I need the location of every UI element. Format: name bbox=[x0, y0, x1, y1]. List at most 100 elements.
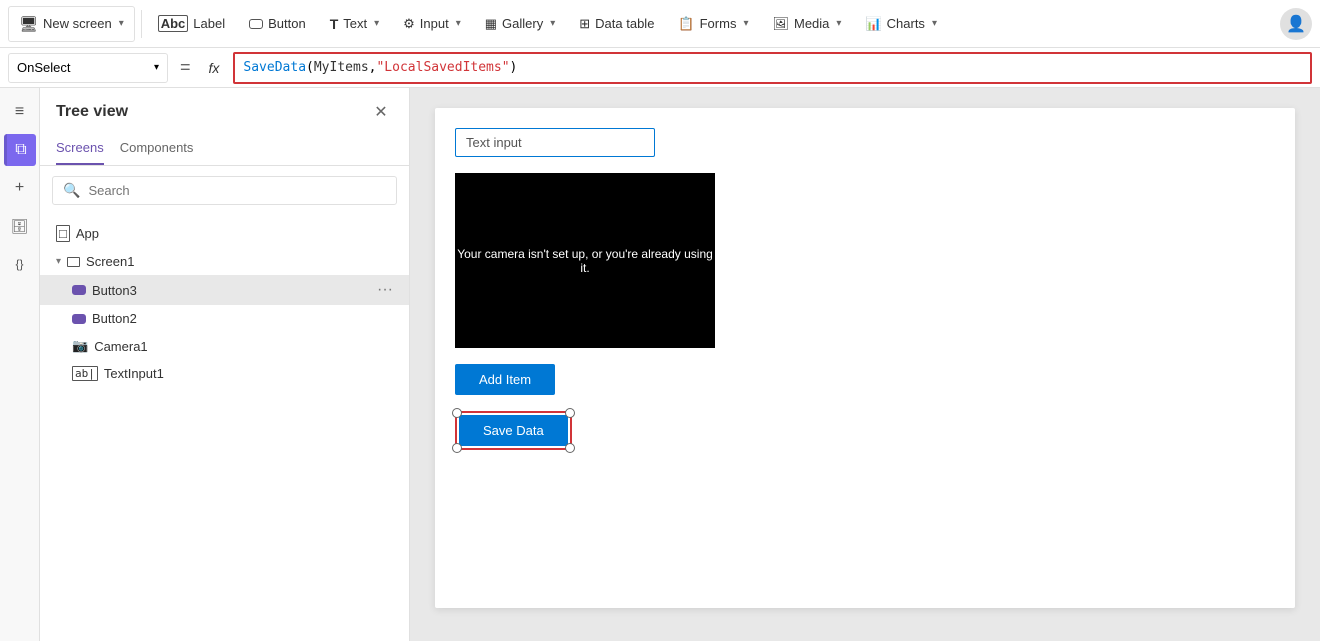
add-item-label: Add Item bbox=[479, 372, 531, 387]
button-tool-button[interactable]: Button bbox=[239, 6, 316, 42]
button3-label: Button3 bbox=[92, 283, 137, 298]
new-screen-chevron-icon: ▾ bbox=[119, 18, 124, 29]
tree-view-title: Tree view bbox=[56, 103, 128, 121]
screen1-label: Screen1 bbox=[86, 254, 134, 269]
profile-avatar[interactable]: 👤 bbox=[1280, 8, 1312, 40]
variables-button[interactable]: {} bbox=[4, 248, 36, 280]
tree-item-button2[interactable]: Button2 bbox=[40, 305, 409, 332]
property-select[interactable]: OnSelect ▾ bbox=[8, 53, 168, 83]
media-icon: 🖼 bbox=[772, 16, 789, 32]
new-screen-button[interactable]: 🖥 New screen ▾ bbox=[8, 6, 135, 42]
charts-tool-button[interactable]: 📊 Charts ▾ bbox=[855, 6, 947, 42]
text-chevron-icon: ▾ bbox=[374, 18, 379, 29]
tree-tabs: Screens Components bbox=[40, 132, 409, 166]
main-layout: ≡ ⧉ + 🗄 {} Tree view ✕ Screens Component… bbox=[0, 88, 1320, 641]
button-tool-label: Button bbox=[268, 16, 306, 31]
tree-header: Tree view ✕ bbox=[40, 88, 409, 132]
input-tool-button[interactable]: ⚙ Input ▾ bbox=[393, 6, 471, 42]
handle-top-right bbox=[565, 408, 575, 418]
gallery-tool-label: Gallery bbox=[502, 16, 543, 31]
formula-fx-label: fx bbox=[203, 60, 226, 76]
data-table-tool-button[interactable]: ⊞ Data table bbox=[569, 6, 664, 42]
forms-tool-button[interactable]: 📋 Forms ▾ bbox=[668, 6, 758, 42]
text-tool-button[interactable]: T Text ▾ bbox=[320, 6, 389, 42]
tree-item-camera1[interactable]: 📷 Camera1 bbox=[40, 332, 409, 360]
app-icon: □ bbox=[56, 225, 70, 242]
formula-param1: MyItems bbox=[314, 60, 369, 75]
tree-item-screen1[interactable]: ▾ Screen1 bbox=[40, 248, 409, 275]
button3-more-icon[interactable]: ··· bbox=[377, 281, 393, 299]
tree-item-app[interactable]: □ App bbox=[40, 219, 409, 248]
formula-input[interactable]: SaveData( MyItems, "LocalSavedItems" ) bbox=[233, 52, 1312, 84]
tree-close-button[interactable]: ✕ bbox=[369, 100, 393, 124]
camera-canvas-element[interactable]: Your camera isn't set up, or you're alre… bbox=[455, 173, 715, 348]
tree-view-button[interactable]: ⧉ bbox=[4, 134, 36, 166]
formula-equals-symbol: = bbox=[176, 57, 195, 78]
tree-item-button3[interactable]: Button3 ··· bbox=[40, 275, 409, 305]
screen1-chevron-icon: ▾ bbox=[56, 256, 61, 267]
save-data-wrapper: Save Data bbox=[455, 411, 572, 450]
data-table-tool-label: Data table bbox=[595, 16, 654, 31]
data-table-icon: ⊞ bbox=[579, 16, 590, 32]
label-tool-label: Label bbox=[193, 16, 225, 31]
camera-message: Your camera isn't set up, or you're alre… bbox=[455, 247, 715, 275]
button-icon bbox=[249, 19, 263, 29]
data-button[interactable]: 🗄 bbox=[4, 210, 36, 242]
label-tool-button[interactable]: Abc Label bbox=[148, 6, 235, 42]
gallery-icon: ▦ bbox=[485, 16, 497, 32]
search-input[interactable] bbox=[88, 183, 386, 198]
new-screen-label: New screen bbox=[43, 16, 112, 31]
monitor-icon: 🖥 bbox=[19, 15, 38, 33]
text-icon: T bbox=[330, 16, 339, 32]
camera1-icon: 📷 bbox=[72, 338, 88, 354]
media-tool-label: Media bbox=[794, 16, 829, 31]
tab-screens[interactable]: Screens bbox=[56, 132, 104, 165]
tree-items-list: □ App ▾ Screen1 Button3 ··· Button2 bbox=[40, 215, 409, 641]
label-icon: Abc bbox=[158, 15, 189, 32]
input-chevron-icon: ▾ bbox=[456, 18, 461, 29]
charts-icon: 📊 bbox=[865, 16, 881, 32]
button3-icon bbox=[72, 285, 86, 295]
handle-bottom-left bbox=[452, 443, 462, 453]
media-tool-button[interactable]: 🖼 Media ▾ bbox=[762, 6, 851, 42]
search-box: 🔍 bbox=[52, 176, 397, 205]
formula-param2: "LocalSavedItems" bbox=[376, 60, 509, 75]
separator-1 bbox=[141, 10, 142, 38]
add-item-button[interactable]: Add Item bbox=[455, 364, 555, 395]
gallery-chevron-icon: ▾ bbox=[550, 18, 555, 29]
button2-icon bbox=[72, 314, 86, 324]
forms-icon: 📋 bbox=[678, 16, 694, 32]
charts-chevron-icon: ▾ bbox=[932, 18, 937, 29]
hamburger-menu-button[interactable]: ≡ bbox=[4, 96, 36, 128]
formula-function-name: SaveData bbox=[243, 60, 306, 75]
charts-tool-label: Charts bbox=[887, 16, 925, 31]
save-data-button[interactable]: Save Data bbox=[459, 415, 568, 446]
handle-bottom-right bbox=[565, 443, 575, 453]
screen1-icon bbox=[67, 257, 80, 267]
tree-panel: Tree view ✕ Screens Components 🔍 □ App ▾… bbox=[40, 88, 410, 641]
forms-chevron-icon: ▾ bbox=[743, 18, 748, 29]
tree-item-textinput1[interactable]: ab| TextInput1 bbox=[40, 360, 409, 387]
property-label: OnSelect bbox=[17, 60, 70, 75]
gallery-tool-button[interactable]: ▦ Gallery ▾ bbox=[475, 6, 566, 42]
app-label: App bbox=[76, 226, 99, 241]
formula-bar: OnSelect ▾ = fx SaveData( MyItems, "Loca… bbox=[0, 48, 1320, 88]
toolbar-right: 👤 bbox=[1280, 8, 1312, 40]
left-icon-bar: ≡ ⧉ + 🗄 {} bbox=[0, 88, 40, 641]
input-icon: ⚙ bbox=[403, 16, 415, 32]
tab-components[interactable]: Components bbox=[120, 132, 194, 165]
button2-label: Button2 bbox=[92, 311, 137, 326]
text-input-canvas-element[interactable]: Text input bbox=[455, 128, 655, 157]
camera1-label: Camera1 bbox=[94, 339, 147, 354]
toolbar: 🖥 New screen ▾ Abc Label Button T Text ▾… bbox=[0, 0, 1320, 48]
input-tool-label: Input bbox=[420, 16, 449, 31]
add-component-button[interactable]: + bbox=[4, 172, 36, 204]
canvas-area[interactable]: Text input Your camera isn't set up, or … bbox=[410, 88, 1320, 641]
save-data-label: Save Data bbox=[483, 423, 544, 438]
handle-top-left bbox=[452, 408, 462, 418]
text-tool-label: Text bbox=[343, 16, 367, 31]
property-chevron-icon: ▾ bbox=[154, 62, 159, 73]
canvas-frame: Text input Your camera isn't set up, or … bbox=[435, 108, 1295, 608]
search-icon: 🔍 bbox=[63, 182, 80, 199]
forms-tool-label: Forms bbox=[700, 16, 737, 31]
